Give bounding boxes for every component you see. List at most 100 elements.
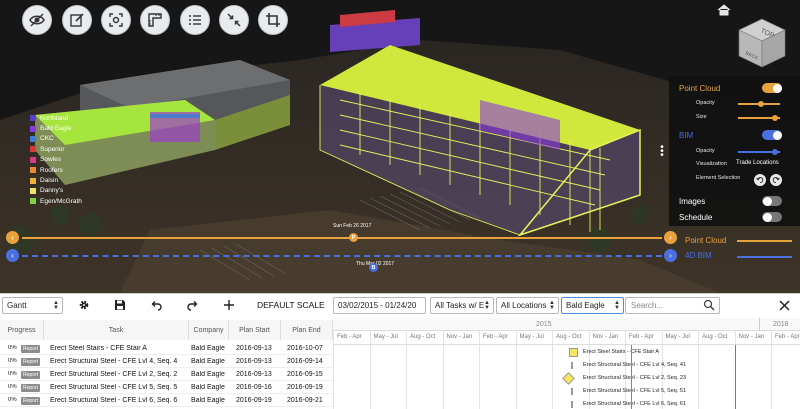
- gantt-task-bar[interactable]: [571, 362, 573, 369]
- column-header-progress[interactable]: Progress: [0, 320, 44, 340]
- images-toggle[interactable]: [762, 196, 782, 206]
- measure-button[interactable]: [140, 5, 170, 35]
- bim-next-button[interactable]: ›: [664, 249, 677, 262]
- bim-visualization-label: Visualization: [696, 161, 727, 167]
- table-row[interactable]: 0% Erect Structural Steel - CFE Lvl 6, Se…: [0, 395, 333, 407]
- close-icon[interactable]: [779, 300, 790, 311]
- point-cloud-timeline-track[interactable]: [22, 237, 662, 239]
- progress-cell: 0%: [8, 384, 17, 390]
- table-row[interactable]: 0% Erect Structural Steel - CFE Lvl 4, Se…: [0, 356, 333, 368]
- edit-button[interactable]: [62, 5, 92, 35]
- legend-item: Egen/McGrath: [30, 196, 100, 206]
- visibility-toggle-button[interactable]: [22, 5, 52, 35]
- more-options-icon[interactable]: • • •: [659, 143, 665, 161]
- redo-button[interactable]: [186, 298, 200, 312]
- crop-icon: [266, 13, 280, 27]
- point-cloud-opacity-slider[interactable]: [738, 101, 780, 107]
- company-cell: Bald Eagle: [191, 358, 225, 365]
- month-separator: [369, 331, 371, 409]
- date-range-input[interactable]: 03/02/2015 - 01/24/20: [333, 297, 426, 314]
- report-button[interactable]: Report: [21, 383, 41, 392]
- month-label: May - Jul: [665, 334, 690, 340]
- report-button[interactable]: Report: [21, 344, 41, 353]
- list-button[interactable]: [180, 5, 210, 35]
- point-cloud-size-label: Size: [696, 114, 707, 120]
- gantt-task-bar[interactable]: [571, 401, 573, 408]
- month-label: Aug - Oct: [410, 334, 436, 340]
- plus-icon: [224, 300, 234, 310]
- task-filter-select[interactable]: All Tasks w/ E ▲ ▼: [430, 297, 494, 314]
- gantt-task-label: Erect Structural Steel - CFE Lvl 4, Seq.…: [583, 362, 687, 368]
- report-button[interactable]: Report: [21, 370, 41, 379]
- search-icon[interactable]: [703, 299, 715, 311]
- gantt-task-bar[interactable]: [569, 348, 578, 357]
- collapse-button[interactable]: [219, 5, 249, 35]
- report-button[interactable]: Report: [21, 396, 41, 405]
- home-icon[interactable]: [717, 4, 731, 16]
- selection-redo-button[interactable]: [770, 174, 782, 186]
- deadline-line: [735, 345, 736, 409]
- column-header-plan-end[interactable]: Plan End: [281, 320, 333, 340]
- 3d-viewport[interactable]: TOP BACK Northland Bald Eagle CKC Superior S…: [0, 0, 800, 293]
- point-cloud-timeline-marker[interactable]: P: [349, 233, 358, 242]
- save-button[interactable]: [113, 298, 127, 312]
- company-filter-select[interactable]: Bald Eagle ▲ ▼: [561, 297, 624, 314]
- crop-button[interactable]: [258, 5, 288, 35]
- add-task-button[interactable]: [222, 298, 236, 312]
- bim-timeline-marker[interactable]: B: [369, 263, 378, 272]
- legend-label: Roofers: [40, 166, 63, 174]
- point-cloud-toggle[interactable]: [762, 83, 782, 93]
- gantt-task-label: Erect Structural Steel - CFE Lvl 2, Seq.…: [583, 375, 687, 381]
- gantt-task-bar[interactable]: [571, 388, 573, 395]
- bim-visualization-select[interactable]: Trade Locations: [736, 160, 779, 166]
- undo-icon: [756, 177, 764, 183]
- table-row[interactable]: 0% Erect Structural Steel - CFE Lvl 5, Se…: [0, 382, 333, 394]
- legend-bim: 4D BIM: [685, 251, 712, 260]
- trade-legend: Northland Bald Eagle CKC Superior Sowles Roof…: [30, 113, 100, 207]
- month-separator: [771, 331, 772, 409]
- schedule-toggle[interactable]: [762, 212, 782, 222]
- location-filter-value: All Locations: [501, 301, 547, 310]
- month-separator: [625, 331, 626, 409]
- view-select[interactable]: Gantt ▲ ▼: [2, 297, 63, 314]
- legend-item: Bald Eagle: [30, 123, 100, 133]
- legend-item: Superior: [30, 144, 100, 154]
- point-cloud-size-slider[interactable]: [738, 115, 780, 121]
- default-scale-button[interactable]: DEFAULT SCALE: [257, 300, 325, 310]
- gantt-task-bar[interactable]: [562, 372, 575, 385]
- plan-start-cell: 2016-09-13: [236, 358, 272, 365]
- table-row[interactable]: 0% Erect Structural Steel - CFE Lvl 2, Se…: [0, 369, 333, 381]
- point-cloud-title: Point Cloud: [679, 84, 721, 93]
- task-cell: Erect Structural Steel - CFE Lvl 2, Seq.…: [50, 371, 178, 378]
- table-row[interactable]: 0% Erect Steel Stairs - CFE Stair A Bald E…: [0, 343, 333, 355]
- undo-button[interactable]: [149, 298, 163, 312]
- app-window: TOP BACK Northland Bald Eagle CKC Superior S…: [0, 0, 800, 409]
- legend-item: Roofers: [30, 165, 100, 175]
- settings-button[interactable]: [77, 298, 91, 312]
- point-cloud-date: Sun Feb 26 2017: [333, 223, 372, 229]
- focus-button[interactable]: [101, 5, 131, 35]
- legend-swatch: [30, 135, 36, 142]
- bim-opacity-slider[interactable]: [738, 149, 780, 155]
- legend-label: Sowles: [40, 156, 61, 164]
- bim-prev-button[interactable]: ‹: [6, 249, 19, 262]
- company-cell: Bald Eagle: [191, 384, 225, 391]
- month-label: Aug - Oct: [702, 334, 728, 340]
- point-cloud-prev-button[interactable]: ‹: [6, 231, 19, 244]
- layer-settings-panel: Point Cloud Opacity Size BIM Opacity Vis…: [669, 76, 800, 226]
- bim-toggle[interactable]: [762, 130, 782, 140]
- selection-undo-button[interactable]: [754, 174, 766, 186]
- month-label: May - Jul: [519, 334, 544, 340]
- navigation-cube[interactable]: TOP BACK: [735, 16, 789, 70]
- column-header-company[interactable]: Company: [189, 320, 229, 340]
- legend-item: Northland: [30, 113, 100, 123]
- month-separator: [661, 331, 663, 409]
- location-filter-select[interactable]: All Locations ▲ ▼: [496, 297, 559, 314]
- gantt-chart[interactable]: 2015 2018 Feb - Apr May - Jul Aug - Oct Nov…: [333, 318, 800, 409]
- column-header-plan-start[interactable]: Plan Start: [229, 320, 281, 340]
- bim-timeline-track[interactable]: [22, 255, 662, 257]
- images-title: Images: [679, 197, 706, 206]
- report-button[interactable]: Report: [21, 357, 41, 366]
- column-header-task[interactable]: Task: [44, 320, 189, 340]
- point-cloud-next-button[interactable]: ›: [664, 231, 677, 244]
